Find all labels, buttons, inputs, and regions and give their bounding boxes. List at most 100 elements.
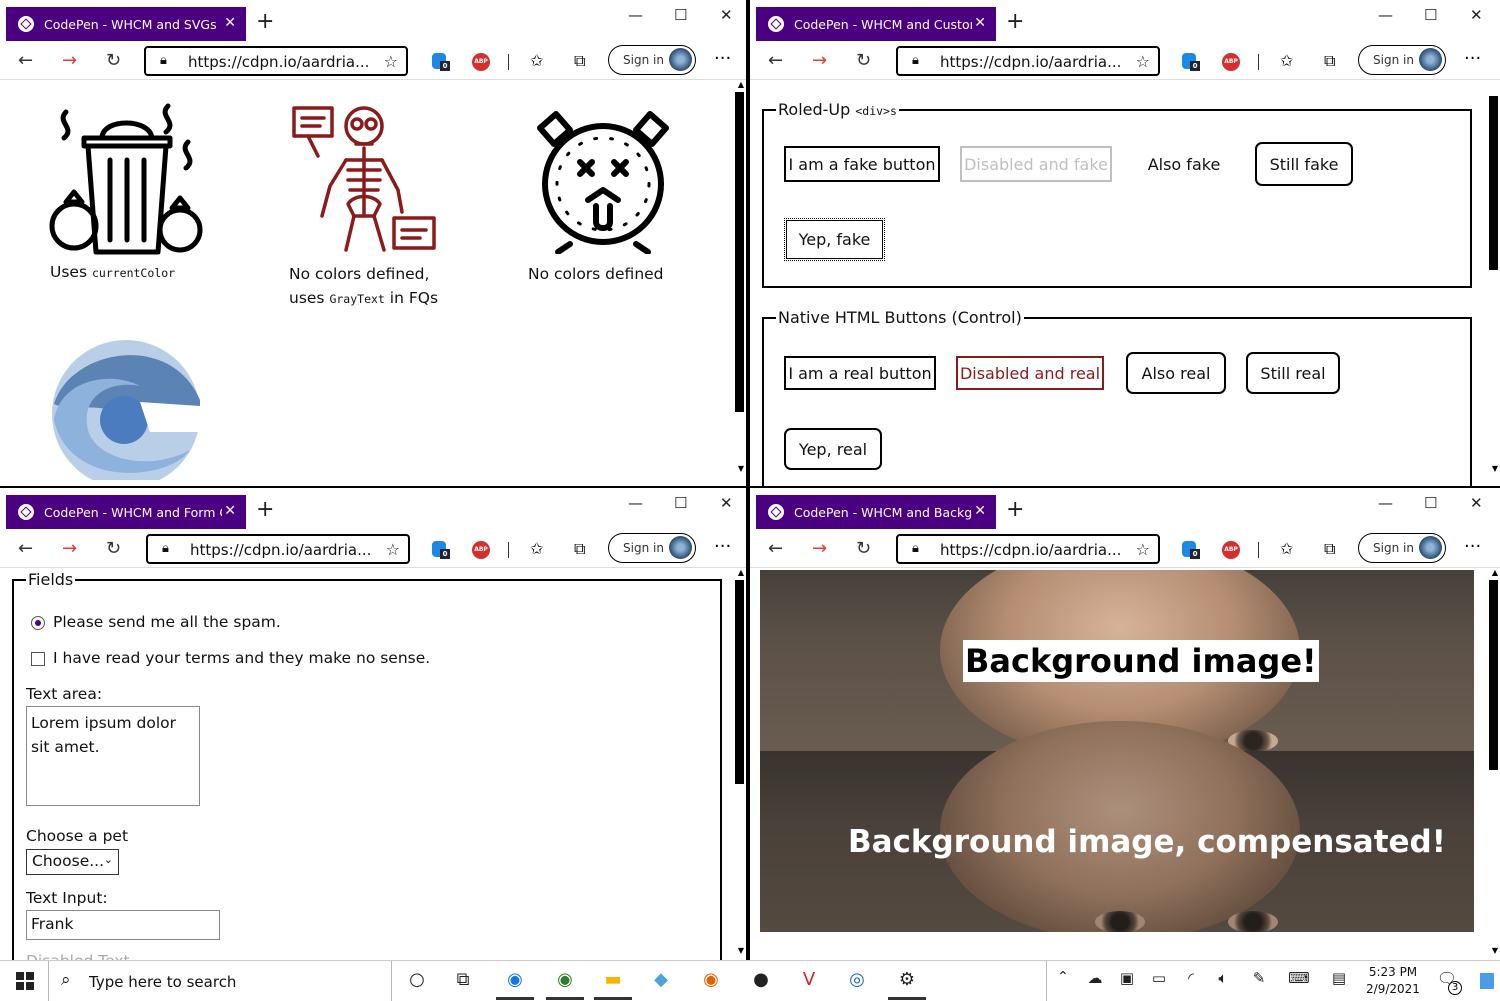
maximize-button[interactable]: ☐ bbox=[1424, 6, 1437, 24]
spam-radio[interactable] bbox=[31, 616, 45, 630]
display-icon[interactable]: ▣ bbox=[1112, 969, 1142, 987]
settings-gear-icon[interactable]: ⚙ bbox=[892, 969, 922, 990]
favorites-icon[interactable]: ✩ bbox=[530, 51, 543, 70]
chrome-taskbar-icon[interactable]: ◉ bbox=[550, 969, 580, 990]
new-tab-button[interactable]: + bbox=[1006, 497, 1024, 522]
add-favorite-icon[interactable]: ☆ bbox=[384, 52, 398, 71]
extension-icon[interactable]: 0 bbox=[432, 541, 450, 559]
scrollbar-thumb[interactable] bbox=[1489, 96, 1498, 270]
collections-icon[interactable]: ⧉ bbox=[574, 51, 585, 71]
address-bar[interactable]: 🔒︎ https://cdpn.io/aardria... ☆ bbox=[146, 534, 410, 564]
add-favorite-icon[interactable]: ☆ bbox=[1136, 540, 1150, 559]
back-button[interactable]: ← bbox=[18, 50, 33, 71]
real-button-also[interactable]: Also real bbox=[1126, 352, 1226, 394]
tab-active[interactable]: CodePen - WHCM and Form Co ✕ bbox=[6, 495, 246, 529]
add-favorite-icon[interactable]: ☆ bbox=[386, 540, 400, 559]
address-bar[interactable]: 🔒︎ https://cdpn.io/aardria... ☆ bbox=[144, 46, 408, 76]
sign-in-button[interactable]: Sign in bbox=[608, 533, 696, 563]
collections-icon[interactable]: ⧉ bbox=[1324, 51, 1335, 71]
more-menu-button[interactable]: ··· bbox=[1464, 536, 1481, 557]
fake-button-also[interactable]: Also fake bbox=[1134, 146, 1234, 182]
favorites-icon[interactable]: ✩ bbox=[1280, 539, 1293, 558]
sign-in-button[interactable]: Sign in bbox=[1358, 533, 1446, 563]
adblock-icon[interactable]: ABP bbox=[472, 53, 490, 71]
cortana-icon[interactable]: ○ bbox=[402, 969, 432, 990]
forward-button[interactable]: → bbox=[812, 538, 827, 559]
forward-button[interactable]: → bbox=[812, 50, 827, 71]
scroll-up-arrow[interactable]: ▲ bbox=[738, 80, 744, 89]
maximize-button[interactable]: ☐ bbox=[1424, 494, 1437, 512]
address-bar[interactable]: 🔒︎ https://cdpn.io/aardria... ☆ bbox=[896, 46, 1160, 76]
back-button[interactable]: ← bbox=[18, 538, 33, 559]
refresh-button[interactable]: ↻ bbox=[856, 50, 871, 71]
terms-checkbox[interactable] bbox=[31, 652, 45, 666]
close-tab-icon[interactable]: ✕ bbox=[974, 503, 986, 519]
minimize-button[interactable]: — bbox=[1378, 6, 1393, 24]
add-favorite-icon[interactable]: ☆ bbox=[1136, 52, 1150, 71]
scrollbar-thumb[interactable] bbox=[1489, 580, 1498, 770]
favorites-icon[interactable]: ✩ bbox=[1280, 51, 1293, 70]
scrollbar-thumb[interactable] bbox=[735, 580, 744, 784]
new-tab-button[interactable]: + bbox=[256, 9, 274, 34]
refresh-button[interactable]: ↻ bbox=[106, 538, 121, 559]
minimize-button[interactable]: — bbox=[628, 6, 643, 24]
favorites-icon[interactable]: ✩ bbox=[530, 539, 543, 558]
chevron-up-icon[interactable]: ⌃ bbox=[1048, 969, 1078, 985]
real-button-1[interactable]: I am a real button bbox=[784, 356, 936, 390]
forward-button[interactable]: → bbox=[62, 538, 77, 559]
minimize-button[interactable]: — bbox=[1378, 494, 1393, 512]
extension-icon[interactable]: 0 bbox=[1182, 53, 1200, 71]
close-tab-icon[interactable]: ✕ bbox=[224, 503, 236, 519]
fake-button-yep[interactable]: Yep, fake bbox=[784, 218, 885, 261]
onedrive-icon[interactable]: ☁ bbox=[1080, 969, 1110, 987]
scroll-up-arrow[interactable]: ▲ bbox=[738, 568, 744, 577]
collections-icon[interactable]: ⧉ bbox=[574, 539, 585, 559]
volume-icon[interactable]: 🔈︎ bbox=[1208, 969, 1238, 987]
back-button[interactable]: ← bbox=[768, 538, 783, 559]
refresh-button[interactable]: ↻ bbox=[856, 538, 871, 559]
address-bar[interactable]: 🔒︎ https://cdpn.io/aardria... ☆ bbox=[896, 534, 1160, 564]
tablet-mode-icon[interactable]: ▤ bbox=[1324, 969, 1354, 987]
wifi-icon[interactable]: ◜ bbox=[1176, 969, 1206, 987]
real-button-yep[interactable]: Yep, real bbox=[784, 428, 882, 470]
back-button[interactable]: ← bbox=[768, 50, 783, 71]
more-menu-button[interactable]: ··· bbox=[1464, 48, 1481, 69]
scroll-down-arrow[interactable]: ▼ bbox=[738, 464, 744, 473]
scroll-down-arrow[interactable]: ▼ bbox=[1492, 464, 1498, 473]
close-tab-icon[interactable]: ✕ bbox=[224, 15, 236, 31]
extension-icon[interactable]: 0 bbox=[1182, 541, 1200, 559]
file-explorer-icon[interactable]: ▬ bbox=[598, 969, 628, 990]
show-desktop-button[interactable] bbox=[1480, 973, 1494, 989]
sign-in-button[interactable]: Sign in bbox=[1358, 45, 1446, 75]
firefox-taskbar-icon[interactable]: ◉ bbox=[696, 969, 726, 990]
task-view-icon[interactable]: ⧉ bbox=[448, 969, 478, 990]
keyboard-icon[interactable]: ⌨ bbox=[1284, 969, 1314, 987]
scroll-down-arrow[interactable]: ▼ bbox=[1492, 946, 1498, 955]
tab-active[interactable]: CodePen - WHCM and Custom E✕ bbox=[756, 7, 996, 41]
app-taskbar-icon[interactable]: ◆ bbox=[646, 969, 676, 990]
minimize-button[interactable]: — bbox=[628, 494, 643, 512]
close-window-button[interactable]: ✕ bbox=[720, 6, 733, 24]
close-tab-icon[interactable]: ✕ bbox=[974, 15, 986, 31]
maximize-button[interactable]: ☐ bbox=[674, 6, 687, 24]
close-window-button[interactable]: ✕ bbox=[1470, 494, 1483, 512]
text-input[interactable]: Frank bbox=[26, 910, 220, 940]
textarea-field[interactable]: Lorem ipsum dolor sit amet. bbox=[26, 706, 200, 806]
scroll-up-arrow[interactable]: ▲ bbox=[1492, 568, 1498, 577]
password-manager-icon[interactable]: ◎ bbox=[842, 969, 872, 990]
skype-taskbar-icon[interactable]: ● bbox=[746, 969, 776, 990]
tab-active[interactable]: CodePen - WHCM and SVGs ✕ bbox=[6, 7, 246, 41]
tab-active[interactable]: CodePen - WHCM and Backgrou✕ bbox=[756, 495, 996, 529]
close-window-button[interactable]: ✕ bbox=[1470, 6, 1483, 24]
maximize-button[interactable]: ☐ bbox=[674, 494, 687, 512]
forward-button[interactable]: → bbox=[62, 50, 77, 71]
system-clock[interactable]: 5:23 PM 2/9/2021 bbox=[1362, 964, 1424, 998]
battery-icon[interactable]: ▭ bbox=[1144, 969, 1174, 987]
start-button[interactable] bbox=[16, 972, 34, 990]
edge-taskbar-icon[interactable]: ◉ bbox=[500, 969, 530, 990]
real-button-still[interactable]: Still real bbox=[1246, 352, 1340, 394]
collections-icon[interactable]: ⧉ bbox=[1324, 539, 1335, 559]
new-tab-button[interactable]: + bbox=[256, 497, 274, 522]
taskbar-search[interactable]: ⌕ Type here to search bbox=[48, 961, 392, 1001]
fake-button-1[interactable]: I am a fake button bbox=[784, 146, 940, 182]
